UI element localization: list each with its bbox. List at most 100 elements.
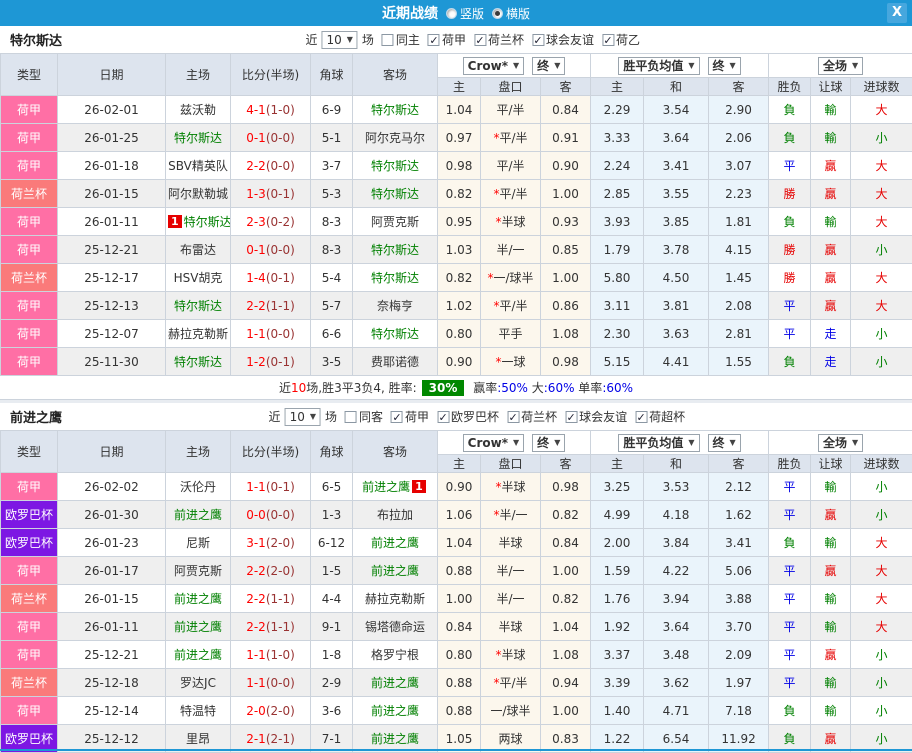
handicap-cell: 一/球半 (481, 697, 541, 725)
score-cell: 2-0(2-0) (231, 697, 311, 725)
date-cell: 25-12-17 (58, 264, 166, 292)
sub-column-header: 盘口 (481, 455, 541, 473)
column-header: 比分(半场) (231, 431, 311, 473)
result-wdl-cell: 勝 (769, 264, 811, 292)
full-score: 2-2 (246, 592, 266, 606)
league-cell: 荷甲 (1, 348, 58, 376)
league-cell: 荷兰杯 (1, 264, 58, 292)
scope-select[interactable]: 全场▼ (818, 434, 863, 452)
sub-column-header: 主 (438, 455, 481, 473)
league-cell: 荷甲 (1, 124, 58, 152)
avg-odds-select[interactable]: 胜平负均值▼ (618, 434, 699, 452)
filter-checkbox[interactable]: ✓荷乙 (602, 31, 640, 48)
avg-home-cell: 3.39 (591, 669, 644, 697)
filter-checkbox[interactable]: ✓球会友谊 (565, 408, 627, 425)
result-wdl-cell: 負 (769, 124, 811, 152)
final-odds-select[interactable]: 终▼ (532, 57, 565, 75)
corners-cell: 8-3 (311, 236, 353, 264)
away-team-cell: 前进之鹰 (353, 697, 438, 725)
away-odds-cell: 0.85 (541, 236, 591, 264)
filter-checkbox[interactable]: ✓荷甲 (428, 31, 466, 48)
away-odds-cell: 0.84 (541, 529, 591, 557)
filter-checkbox[interactable]: ✓欧罗巴杯 (437, 408, 499, 425)
filter-checkbox[interactable]: ✓球会友谊 (532, 31, 594, 48)
corners-cell: 9-1 (311, 613, 353, 641)
dropdown-arrow-icon: ▼ (310, 412, 316, 421)
filter-checkbox[interactable]: ✓荷甲 (391, 408, 429, 425)
date-cell: 25-12-13 (58, 292, 166, 320)
content-area: 特尔斯达近10▼场同主✓荷甲✓荷兰杯✓球会友谊✓荷乙类型日期主场比分(半场)角球… (0, 26, 912, 753)
home-odds-cell: 0.97 (438, 124, 481, 152)
final-avg-select[interactable]: 终▼ (708, 57, 741, 75)
filter-checkbox[interactable]: ✓荷兰杯 (507, 408, 557, 425)
corners-cell: 3-6 (311, 697, 353, 725)
result-handicap-cell: 輸 (811, 669, 851, 697)
result-wdl-cell: 負 (769, 96, 811, 124)
team-label: 特尔斯达 (371, 103, 419, 117)
avg-odds-select[interactable]: 胜平负均值▼ (618, 57, 699, 75)
filter-checkbox[interactable]: 同客 (345, 408, 383, 425)
layout-radio-horizontal[interactable]: 横版 (492, 5, 530, 22)
select-value: 终 (713, 57, 725, 74)
score-cell: 1-1(0-0) (231, 320, 311, 348)
odds-select-inner: Crow*▼ 终▼ (438, 434, 590, 452)
date-cell: 26-02-02 (58, 473, 166, 501)
away-team-cell: 特尔斯达 (353, 264, 438, 292)
corners-cell: 3-5 (311, 348, 353, 376)
win-rate-badge: 30% (422, 380, 465, 396)
summary-item-value: :60% (602, 381, 633, 395)
handicap-cell: 平/半 (481, 152, 541, 180)
result-goals-cell: 小 (851, 473, 912, 501)
away-odds-cell: 0.93 (541, 208, 591, 236)
match-row: 荷甲26-01-18SBV精英队2-2(0-0)3-7特尔斯达0.98平/半0.… (1, 152, 912, 180)
half-score: (1-1) (266, 592, 295, 606)
full-score: 2-2 (246, 299, 266, 313)
final-odds-select[interactable]: 终▼ (532, 434, 565, 452)
odds-select-inner: Crow*▼ 终▼ (438, 57, 590, 75)
home-odds-cell: 0.98 (438, 152, 481, 180)
filter-label: 荷甲 (405, 408, 429, 425)
final-avg-select[interactable]: 终▼ (708, 434, 741, 452)
handicap-cell: 平手 (481, 320, 541, 348)
recent-count-select[interactable]: 10▼ (321, 31, 357, 49)
avg-away-cell: 2.12 (709, 473, 769, 501)
half-score: (2-0) (266, 536, 295, 550)
column-header: 客场 (353, 54, 438, 96)
score-cell: 2-2(0-0) (231, 152, 311, 180)
filter-checkbox[interactable]: 同主 (382, 31, 420, 48)
league-cell: 荷甲 (1, 292, 58, 320)
home-odds-cell: 0.90 (438, 348, 481, 376)
date-cell: 26-01-11 (58, 613, 166, 641)
avg-away-cell: 3.88 (709, 585, 769, 613)
result-goals-cell: 小 (851, 124, 912, 152)
date-cell: 25-12-21 (58, 236, 166, 264)
corners-cell: 1-5 (311, 557, 353, 585)
layout-radio-vertical[interactable]: 竖版 (446, 5, 484, 22)
home-team-cell: 尼斯 (166, 529, 231, 557)
league-cell: 荷甲 (1, 557, 58, 585)
handicap-cell: 半球 (481, 529, 541, 557)
corners-cell: 3-7 (311, 152, 353, 180)
radio-vertical-icon[interactable] (446, 8, 457, 19)
home-team-cell: SBV精英队 (166, 152, 231, 180)
filter-label: 荷超杯 (649, 408, 685, 425)
full-score: 1-1 (246, 648, 266, 662)
away-team-cell: 赫拉克勒斯 (353, 585, 438, 613)
odds-company-select[interactable]: Crow*▼ (463, 57, 525, 75)
column-header: 类型 (1, 54, 58, 96)
filter-checkbox[interactable]: ✓荷兰杯 (474, 31, 524, 48)
handicap-text: 平/半 (496, 159, 524, 173)
scope-select[interactable]: 全场▼ (818, 57, 863, 75)
odds-company-select[interactable]: Crow*▼ (463, 434, 525, 452)
radio-horizontal-icon[interactable] (492, 8, 503, 19)
result-goals-cell: 小 (851, 669, 912, 697)
select-value: 终 (537, 57, 549, 74)
team-label: 特尔斯达 (174, 131, 222, 145)
close-button[interactable]: X (887, 3, 907, 23)
filter-checkbox[interactable]: ✓荷超杯 (635, 408, 685, 425)
home-odds-cell: 0.88 (438, 697, 481, 725)
recent-count-select[interactable]: 10▼ (285, 408, 321, 426)
half-score: (0-0) (266, 676, 295, 690)
result-handicap-cell: 輸 (811, 613, 851, 641)
team-label: 赫拉克勒斯 (365, 592, 425, 606)
